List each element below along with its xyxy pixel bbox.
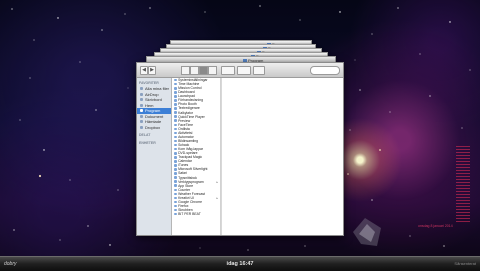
sidebar-section-devices: ENHETER xyxy=(139,141,156,145)
bottom-menubar: dobry idag 16:47 Sånsenterat xyxy=(0,256,480,271)
menubar-status: Sånsenterat xyxy=(454,261,476,266)
application-list-item[interactable]: BIT PER BEAT xyxy=(172,212,220,216)
action-button[interactable] xyxy=(237,66,251,75)
sidebar-item-dropbox[interactable]: Dropbox xyxy=(137,125,171,131)
sidebar-section-shared: DELAT xyxy=(139,133,151,137)
finder-window[interactable]: ◀ ▶ FAVORITER Alla mina filer AirDrop Sk… xyxy=(136,62,344,236)
sidebar-item-all-files[interactable]: Alla mina filer xyxy=(137,86,171,92)
share-button[interactable] xyxy=(253,66,265,75)
search-field[interactable] xyxy=(310,66,340,75)
calendar-widget[interactable] xyxy=(456,146,470,224)
list-view-button[interactable] xyxy=(190,66,199,75)
back-button[interactable]: ◀ xyxy=(140,66,148,75)
coverflow-view-button[interactable] xyxy=(208,66,217,75)
finder-sidebar: FAVORITER Alla mina filer AirDrop Skrivb… xyxy=(137,78,172,235)
forward-button[interactable]: ▶ xyxy=(148,66,156,75)
icon-view-button[interactable] xyxy=(181,66,190,75)
applications-column: Systeminställningar Time Machine Mission C… xyxy=(172,78,221,235)
finder-toolbar: ◀ ▶ xyxy=(137,63,343,78)
widget-date-label: onsdag 8 januari 2014 xyxy=(418,224,453,228)
menubar-clock[interactable]: idag 16:47 xyxy=(0,257,480,271)
arrange-button[interactable] xyxy=(221,66,235,75)
column-view-button[interactable] xyxy=(199,66,208,75)
dock-reflection-decoration xyxy=(353,218,381,246)
column-divider[interactable] xyxy=(221,78,222,235)
